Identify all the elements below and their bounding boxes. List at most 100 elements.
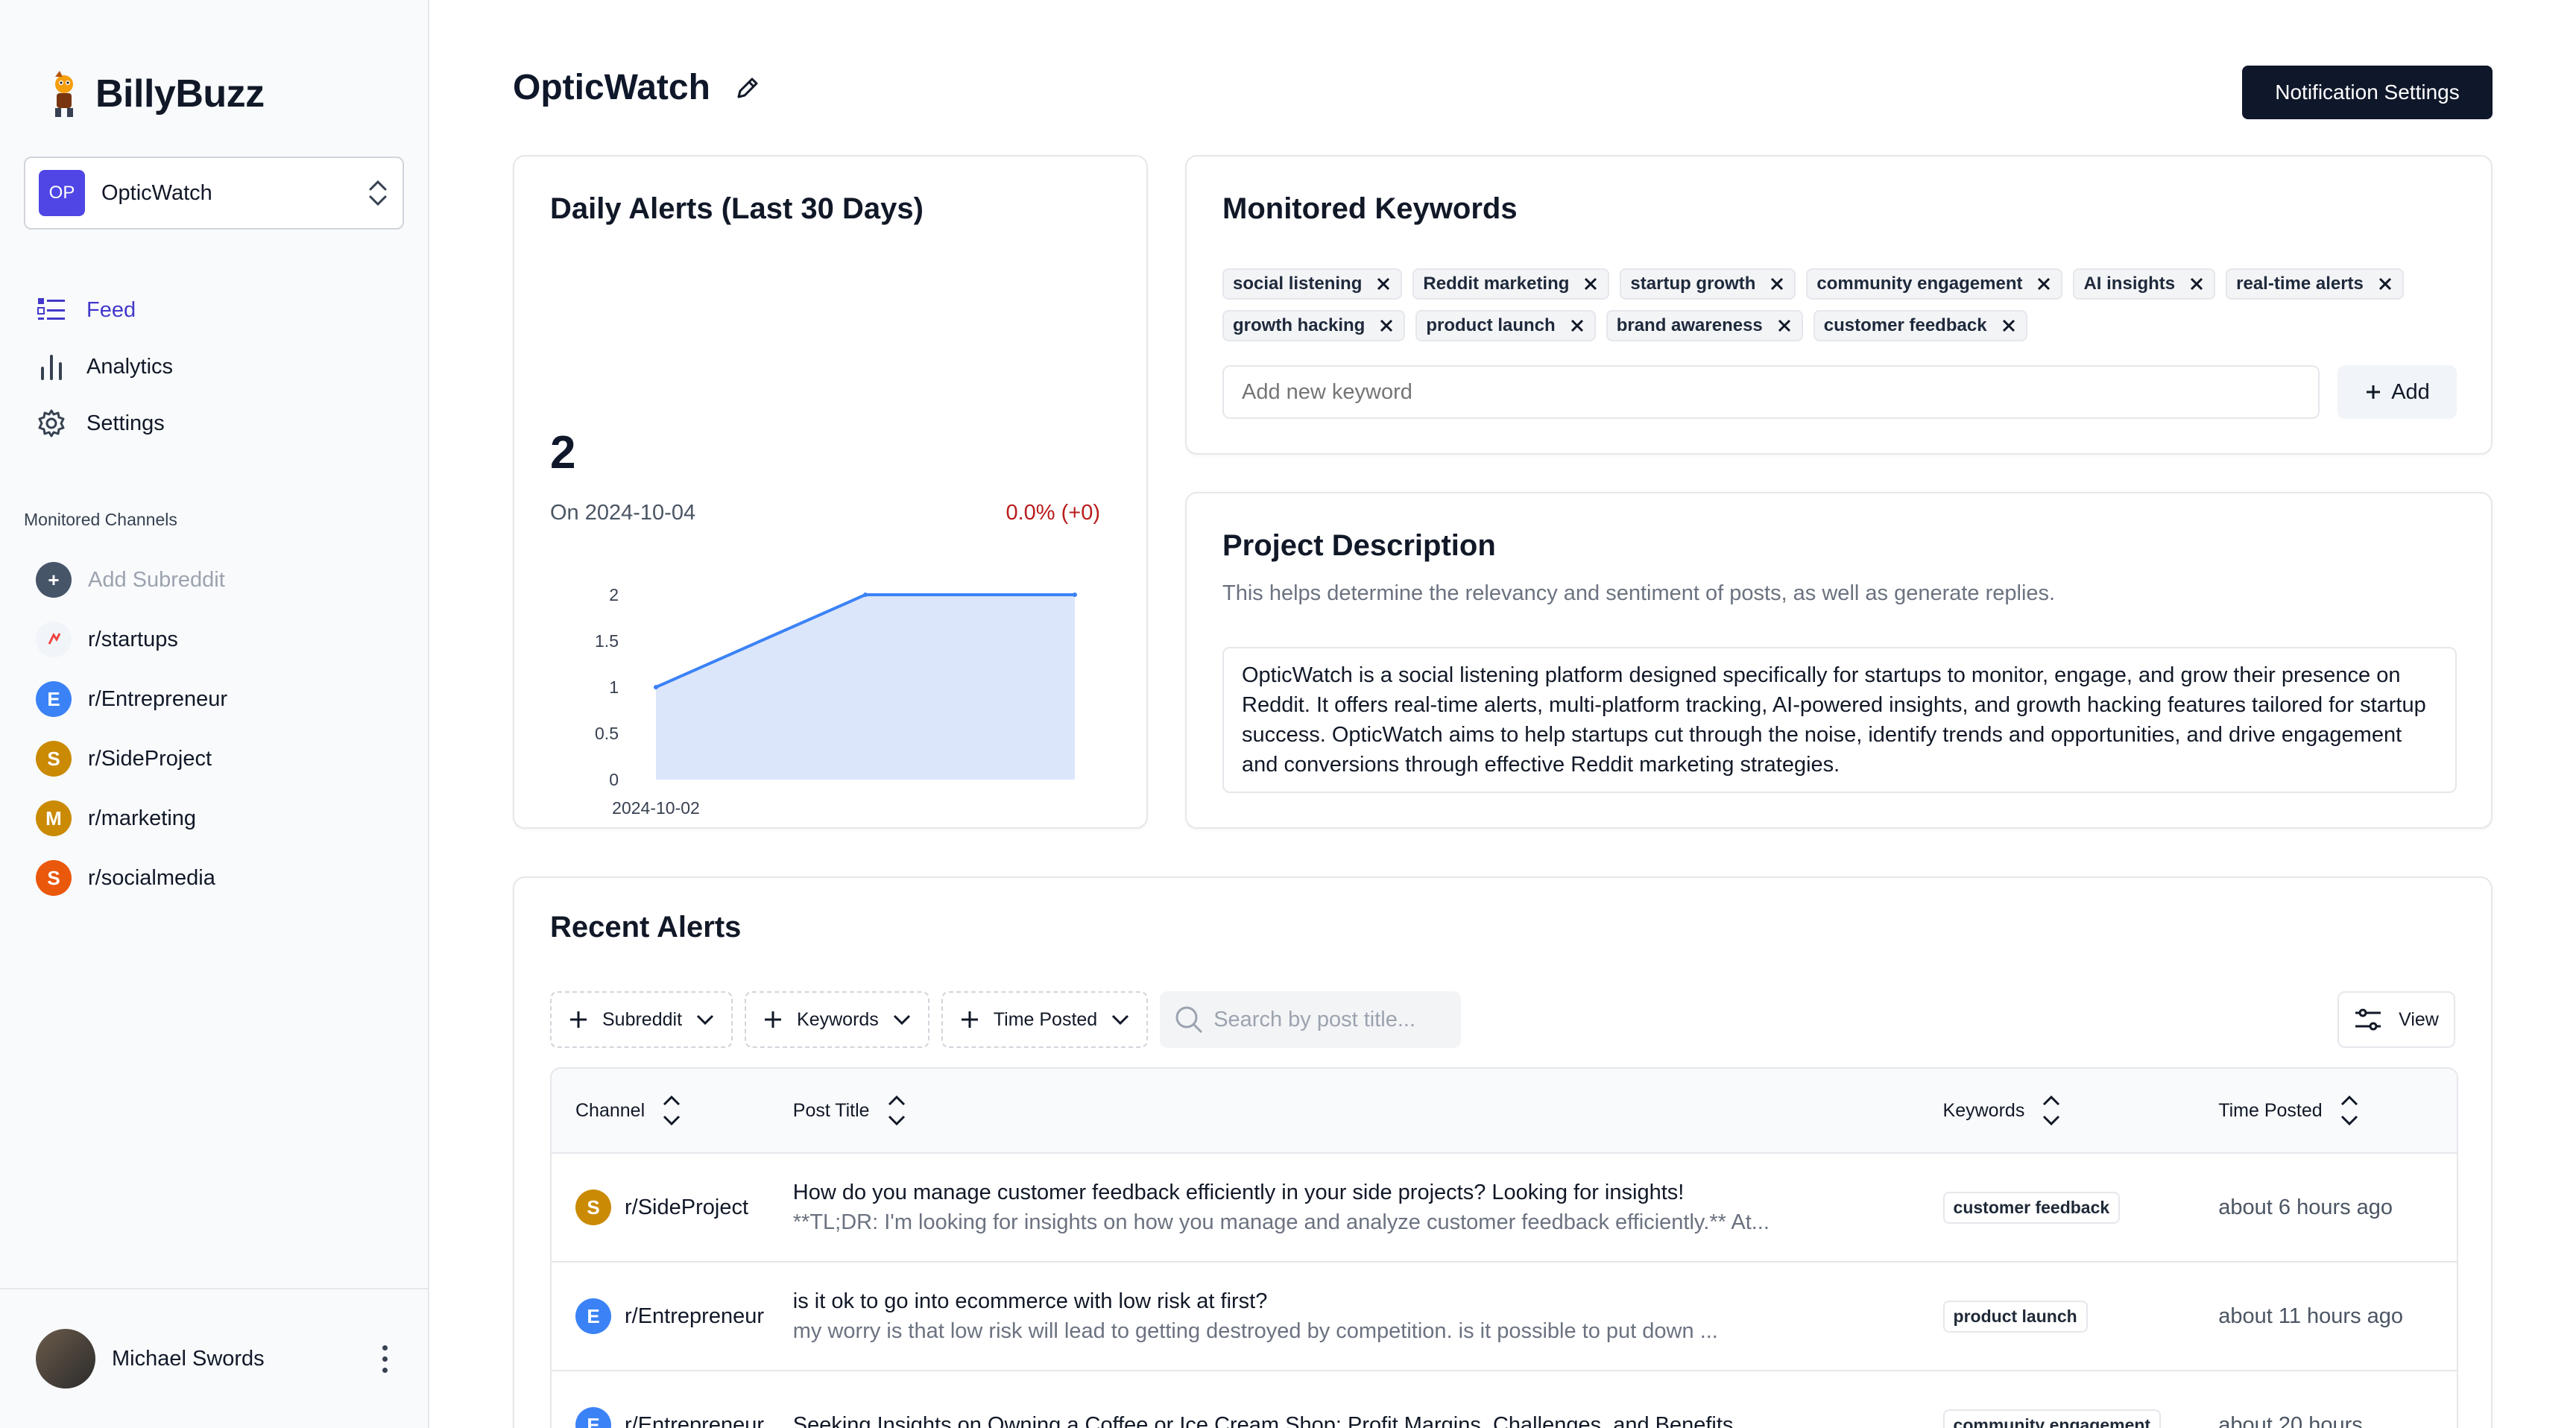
keyword-chip-label: AI insights <box>2083 274 2176 294</box>
new-keyword-input[interactable] <box>1222 365 2320 419</box>
project-name: OpticWatch <box>101 180 212 205</box>
keyword-chip: Reddit marketing <box>1412 268 1610 300</box>
sort-icon <box>2043 1095 2060 1126</box>
app-name: BillyBuzz <box>95 72 265 116</box>
view-options-button[interactable]: View <box>2337 991 2455 1048</box>
y-tick-label: 2 <box>609 585 619 604</box>
alerts-table: Channel Post Title Keywords Time Posted … <box>550 1067 2458 1428</box>
description-subtitle: This helps determine the relevancy and s… <box>1222 581 2056 605</box>
gear-icon <box>36 408 67 439</box>
pencil-icon[interactable] <box>734 75 761 101</box>
project-switcher[interactable]: OP OpticWatch <box>24 157 404 230</box>
channel-list: + Add Subreddit r/startups E r/Entrepren… <box>36 550 227 908</box>
keyword-chip-label: community engagement <box>1816 274 2023 294</box>
y-tick-label: 1 <box>609 677 619 697</box>
more-options-icon[interactable] <box>376 1345 394 1373</box>
channel-avatar: M <box>36 800 72 836</box>
page-title: OpticWatch <box>513 67 761 108</box>
add-subreddit-button[interactable]: + Add Subreddit <box>36 550 227 610</box>
column-header-channel[interactable]: Channel <box>552 1091 793 1130</box>
remove-keyword-icon[interactable] <box>1769 276 1785 292</box>
project-description-card: Project Description This helps determine… <box>1185 492 2493 829</box>
nav-label-feed: Feed <box>86 297 136 322</box>
remove-keyword-icon[interactable] <box>1776 317 1793 334</box>
channel-item-startups[interactable]: r/startups <box>36 610 227 669</box>
table-row[interactable]: S r/SideProject How do you manage custom… <box>552 1154 2457 1263</box>
nav-item-feed[interactable]: Feed <box>36 282 173 338</box>
channel-name: r/SideProject <box>625 1195 749 1219</box>
keyword-badge: customer feedback <box>1942 1191 2121 1224</box>
filter-label: Keywords <box>797 1008 879 1030</box>
post-title: Seeking Insights on Owning a Coffee or I… <box>792 1413 1734 1428</box>
plus-icon <box>765 1011 782 1028</box>
nav-label-settings: Settings <box>86 411 165 435</box>
keyword-chips: social listening Reddit marketing startup … <box>1222 268 2475 341</box>
keyword-chip: AI insights <box>2073 268 2216 300</box>
search-input[interactable]: Search by post title... <box>1160 991 1462 1048</box>
remove-keyword-icon[interactable] <box>2188 276 2205 292</box>
channel-item-socialmedia[interactable]: S r/socialmedia <box>36 848 227 908</box>
keyword-chip: product launch <box>1415 310 1596 341</box>
plus-icon <box>2367 385 2381 399</box>
monitored-keywords-card: Monitored Keywords social listening Reddi… <box>1185 155 2493 455</box>
daily-alerts-chart[interactable]: 0 0.5 1 1.5 2 2024-10-02 <box>544 571 1111 824</box>
alerts-area <box>656 595 1075 780</box>
daily-alerts-card: Daily Alerts (Last 30 Days) 2 On 2024-10… <box>513 155 1148 829</box>
sort-icon <box>2340 1095 2358 1126</box>
remove-keyword-icon[interactable] <box>2036 276 2052 292</box>
time-posted: about 20 hours <box>2218 1412 2363 1428</box>
row-channel: E r/Entrepreneur <box>552 1298 793 1334</box>
table-row[interactable]: E r/Entrepreneur Seeking Insights on Own… <box>552 1371 2457 1428</box>
column-header-post-title[interactable]: Post Title <box>793 1091 1943 1130</box>
data-point[interactable] <box>863 593 868 597</box>
column-label: Post Title <box>792 1099 870 1121</box>
startups-avatar-icon <box>36 622 72 657</box>
channel-avatar: E <box>36 681 72 717</box>
keywords-title: Monitored Keywords <box>1222 192 1518 225</box>
channel-name: r/Entrepreneur <box>88 686 227 711</box>
notification-settings-button[interactable]: Notification Settings <box>2242 66 2493 119</box>
remove-keyword-icon[interactable] <box>2377 276 2393 292</box>
project-title: OpticWatch <box>513 68 710 107</box>
alerts-date: On 2024-10-04 <box>550 501 696 525</box>
table-row[interactable]: E r/Entrepreneur is it ok to go into eco… <box>552 1263 2457 1371</box>
sort-icon <box>888 1095 905 1126</box>
channel-item-entrepreneur[interactable]: E r/Entrepreneur <box>36 669 227 729</box>
channel-item-marketing[interactable]: M r/marketing <box>36 789 227 848</box>
user-menu[interactable]: Michael Swords <box>0 1288 429 1428</box>
keyword-chip-label: real-time alerts <box>2236 274 2364 294</box>
keyword-badge: community engagement <box>1942 1409 2162 1428</box>
time-posted: about 11 hours ago <box>2218 1304 2404 1328</box>
nav-label-analytics: Analytics <box>86 354 174 379</box>
description-textarea[interactable]: OpticWatch is a social listening platfor… <box>1222 647 2457 793</box>
keyword-chip: brand awareness <box>1606 310 1803 341</box>
nav-item-settings[interactable]: Settings <box>36 395 173 452</box>
channel-item-sideproject[interactable]: S r/SideProject <box>36 729 227 789</box>
chevron-down-icon <box>893 1014 910 1026</box>
keywords-filter-button[interactable]: Keywords <box>745 991 929 1048</box>
keyword-badge: product launch <box>1942 1300 2088 1333</box>
subreddit-filter-button[interactable]: Subreddit <box>550 991 733 1048</box>
post-excerpt: my worry is that low risk will lead to g… <box>792 1319 1718 1343</box>
nav-item-analytics[interactable]: Analytics <box>36 338 173 395</box>
add-keyword-button[interactable]: Add <box>2337 365 2457 419</box>
time-posted-filter-button[interactable]: Time Posted <box>941 991 1149 1048</box>
column-header-keywords[interactable]: Keywords <box>1943 1091 2219 1130</box>
column-header-time-posted[interactable]: Time Posted <box>2218 1091 2457 1130</box>
remove-keyword-icon[interactable] <box>1582 276 1599 292</box>
keyword-chip: startup growth <box>1620 268 1796 300</box>
remove-keyword-icon[interactable] <box>1569 317 1585 334</box>
brand[interactable]: BillyBuzz <box>45 67 265 121</box>
chevron-down-icon <box>1112 1014 1129 1026</box>
monitored-channels-heading: Monitored Channels <box>24 510 177 529</box>
remove-keyword-icon[interactable] <box>1378 317 1395 334</box>
search-icon <box>1175 1006 1203 1034</box>
remove-keyword-icon[interactable] <box>1375 276 1392 292</box>
time-posted: about 6 hours ago <box>2218 1195 2393 1219</box>
remove-keyword-icon[interactable] <box>2001 317 2017 334</box>
data-point[interactable] <box>1073 593 1077 597</box>
y-tick-label: 0 <box>609 770 619 789</box>
search-placeholder: Search by post title... <box>1213 1007 1416 1031</box>
data-point[interactable] <box>654 685 658 689</box>
y-tick-label: 1.5 <box>595 631 619 651</box>
